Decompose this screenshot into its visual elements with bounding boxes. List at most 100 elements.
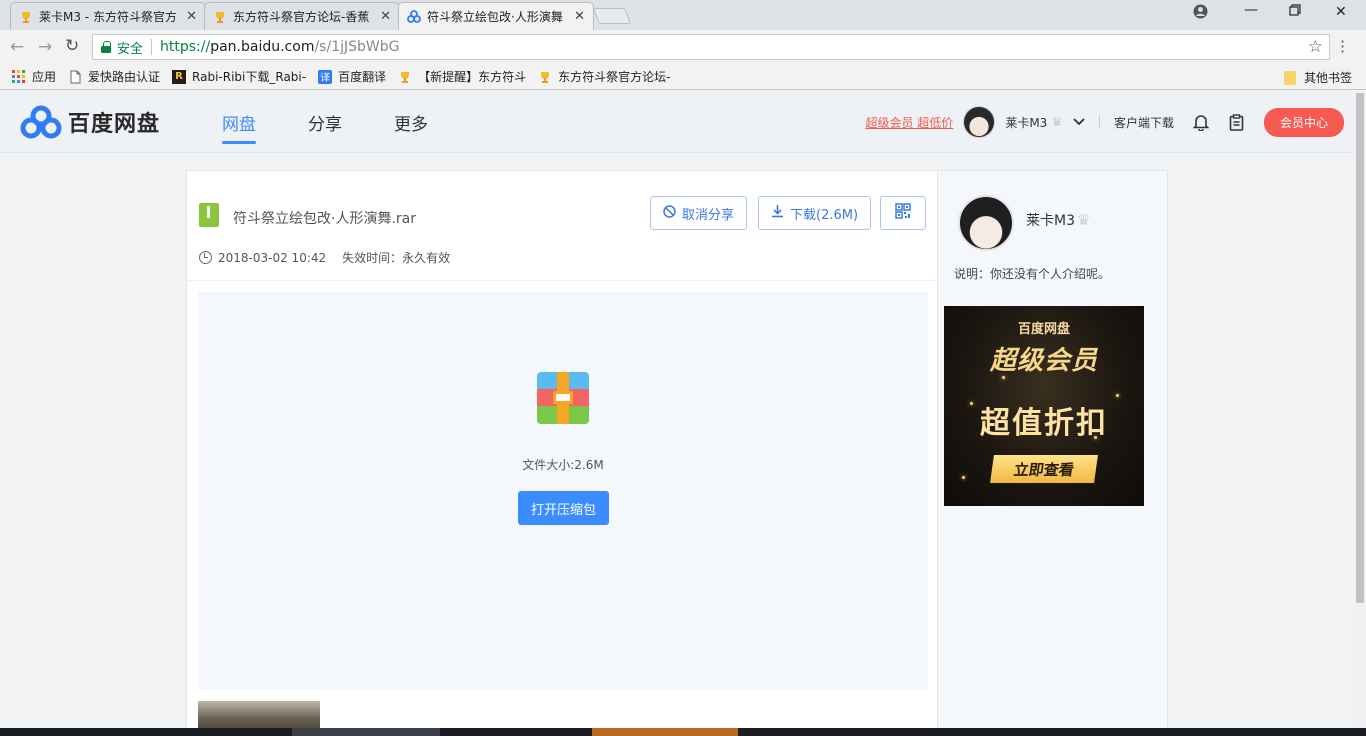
sharer-profile-panel: 莱卡M3 ♛ 说明：你还没有个人介绍呢。 百度网盘 超级会员 超值折扣 立即查看 [938,170,1168,736]
profile-description: 说明：你还没有个人介绍呢。 [954,267,1111,281]
trophy-icon [398,70,412,84]
download-button[interactable]: 下载(2.6M) [758,196,872,230]
logo-text: 百度网盘 [68,112,161,137]
new-tab-button[interactable] [593,8,631,24]
zip-file-icon [199,203,219,227]
page-scrollbar[interactable] [1354,91,1366,736]
vip-center-button[interactable]: 会员中心 [1263,107,1344,137]
bookmark-apps[interactable]: 应用 [12,68,56,85]
profile-name-row: 莱卡M3 ♛ [1026,210,1090,230]
tab-close-icon[interactable]: ✕ [380,9,391,24]
forward-arrow-icon[interactable]: → [38,37,52,57]
file-meta: 2018-03-02 10:42 失效时间： 永久有效 [199,249,450,266]
browser-tab-strip: 莱卡M3 - 东方符斗祭官方 ✕ 东方符斗祭官方论坛-香蕉 ✕ 符斗祭立绘包改·… [0,0,1366,30]
tab-title: 莱卡M3 - 东方符斗祭官方 [39,10,177,24]
ad-title: 超级会员 [989,346,1098,376]
expire-label: 失效时间： [342,251,403,265]
tab-close-icon[interactable]: ✕ [186,9,197,24]
tab-title: 东方符斗祭官方论坛-香蕉 [233,10,370,24]
avatar[interactable] [958,195,1014,251]
qrcode-icon [895,203,911,223]
download-label: 下载(2.6M) [790,207,859,223]
share-date: 2018-03-02 10:42 [218,250,327,265]
back-arrow-icon[interactable]: ← [10,37,24,57]
taskbar-item[interactable] [292,728,440,736]
chevron-down-icon[interactable] [1073,115,1085,130]
divider [151,39,153,55]
secure-label: 安全 [117,41,144,57]
file-size-text: 文件大小:2.6M [522,458,604,472]
tab-close-icon[interactable]: ✕ [574,9,585,24]
archive-preview-area: 文件大小:2.6M 打开压缩包 [198,292,928,690]
open-archive-button[interactable]: 打开压缩包 [518,491,609,525]
taskbar-item[interactable] [592,728,738,736]
expire-value: 永久有效 [402,251,451,265]
account-icon[interactable] [1193,4,1208,23]
avatar[interactable] [963,106,996,138]
bell-icon[interactable] [1192,113,1210,131]
qrcode-button[interactable] [880,196,926,230]
nav-tab-more[interactable]: 更多 [394,91,428,153]
browser-tab-active[interactable]: 符斗祭立绘包改·人形演舞 ✕ [398,2,594,30]
svip-ad-banner[interactable]: 百度网盘 超级会员 超值折扣 立即查看 [944,306,1144,506]
ad-brand: 百度网盘 [1017,322,1070,337]
trophy-icon [19,10,33,24]
site-header: 百度网盘 网盘 分享 更多 超级会员 超低价 莱卡M3 ♛ 客户端下载 会员中心 [0,91,1354,153]
file-share-panel: 符斗祭立绘包改·人形演舞.rar 取消分享 下载(2.6M) 2018-03-0… [186,170,938,736]
bookmark-item[interactable]: 东方符斗祭官方论坛- [538,68,670,85]
other-bookmarks[interactable]: 其他书签 [1283,69,1352,86]
browser-tab[interactable]: 东方符斗祭官方论坛-香蕉 ✕ [204,2,400,30]
divider [1098,115,1100,129]
security-indicator[interactable]: 安全 [101,38,143,57]
username[interactable]: 莱卡M3 [1005,114,1047,131]
address-bar[interactable]: 安全 https://pan.baidu.com/s/1jJSbWbG ☆ [92,34,1330,60]
client-download-link[interactable]: 客户端下载 [1114,114,1174,131]
bookmark-label: 应用 [32,70,57,84]
nav-tab-share[interactable]: 分享 [308,91,342,153]
clipboard-icon[interactable] [1228,113,1246,131]
reload-icon[interactable]: ↻ [65,36,79,56]
baidu-cloud-logo-icon [20,105,62,139]
main-nav: 网盘 分享 更多 [222,91,480,153]
clock-icon [199,251,212,264]
bookmark-item[interactable]: R Rabi-Ribi下载_Rabi- [172,68,306,85]
file-name: 符斗祭立绘包改·人形演舞.rar [233,211,416,227]
browser-tab[interactable]: 莱卡M3 - 东方符斗祭官方 ✕ [10,2,206,30]
url-host: pan.baidu.com [210,39,315,55]
baidu-cloud-icon [407,9,421,24]
bookmark-star-icon[interactable]: ☆ [1308,37,1323,57]
bookmark-item[interactable]: 译 百度翻译 [318,68,386,85]
nav-tab-wangpan[interactable]: 网盘 [222,91,256,153]
bookmark-item[interactable]: 【新提醒】东方符斗 [398,68,526,85]
trophy-icon [538,70,552,84]
ad-cta-button[interactable]: 立即查看 [990,455,1098,483]
archive-icon [537,372,589,424]
apps-grid-icon [12,69,26,84]
url-text[interactable]: https://pan.baidu.com/s/1jJSbWbG [160,39,399,55]
profile-name[interactable]: 莱卡M3 [1026,213,1075,229]
bookmarks-bar: 应用 爱快路由认证 R Rabi-Ribi下载_Rabi- 译 百度翻译 【新提… [0,64,1366,90]
bookmark-item[interactable]: 爱快路由认证 [68,68,160,85]
window-close-icon[interactable]: ✕ [1335,4,1347,20]
crown-icon: ♛ [1051,114,1063,130]
restore-icon[interactable] [1289,4,1301,20]
page-icon [68,70,82,84]
cancel-share-button[interactable]: 取消分享 [650,196,748,230]
bookmark-label: 【新提醒】东方符斗 [418,70,527,84]
bookmark-label: Rabi-Ribi下载_Rabi- [192,70,307,84]
lock-icon [101,41,111,53]
browser-menu-icon[interactable]: · · · [1340,34,1345,60]
ban-icon [663,204,676,222]
tab-title: 符斗祭立绘包改·人形演舞 [427,10,563,24]
cancel-share-label: 取消分享 [682,207,735,223]
folder-icon [1283,70,1296,85]
url-scheme: https:// [160,39,211,55]
download-icon [771,204,784,222]
baidu-pan-logo[interactable]: 百度网盘 [20,105,160,139]
minimize-icon[interactable]: — [1244,2,1258,18]
crown-icon: ♛ [1077,211,1091,229]
svip-promo-link[interactable]: 超级会员 超低价 [865,114,953,131]
bookmark-label: 百度翻译 [338,70,387,84]
header-user-area: 超级会员 超低价 莱卡M3 ♛ 客户端下载 会员中心 [865,91,1344,153]
scrollbar-thumb[interactable] [1356,93,1364,603]
